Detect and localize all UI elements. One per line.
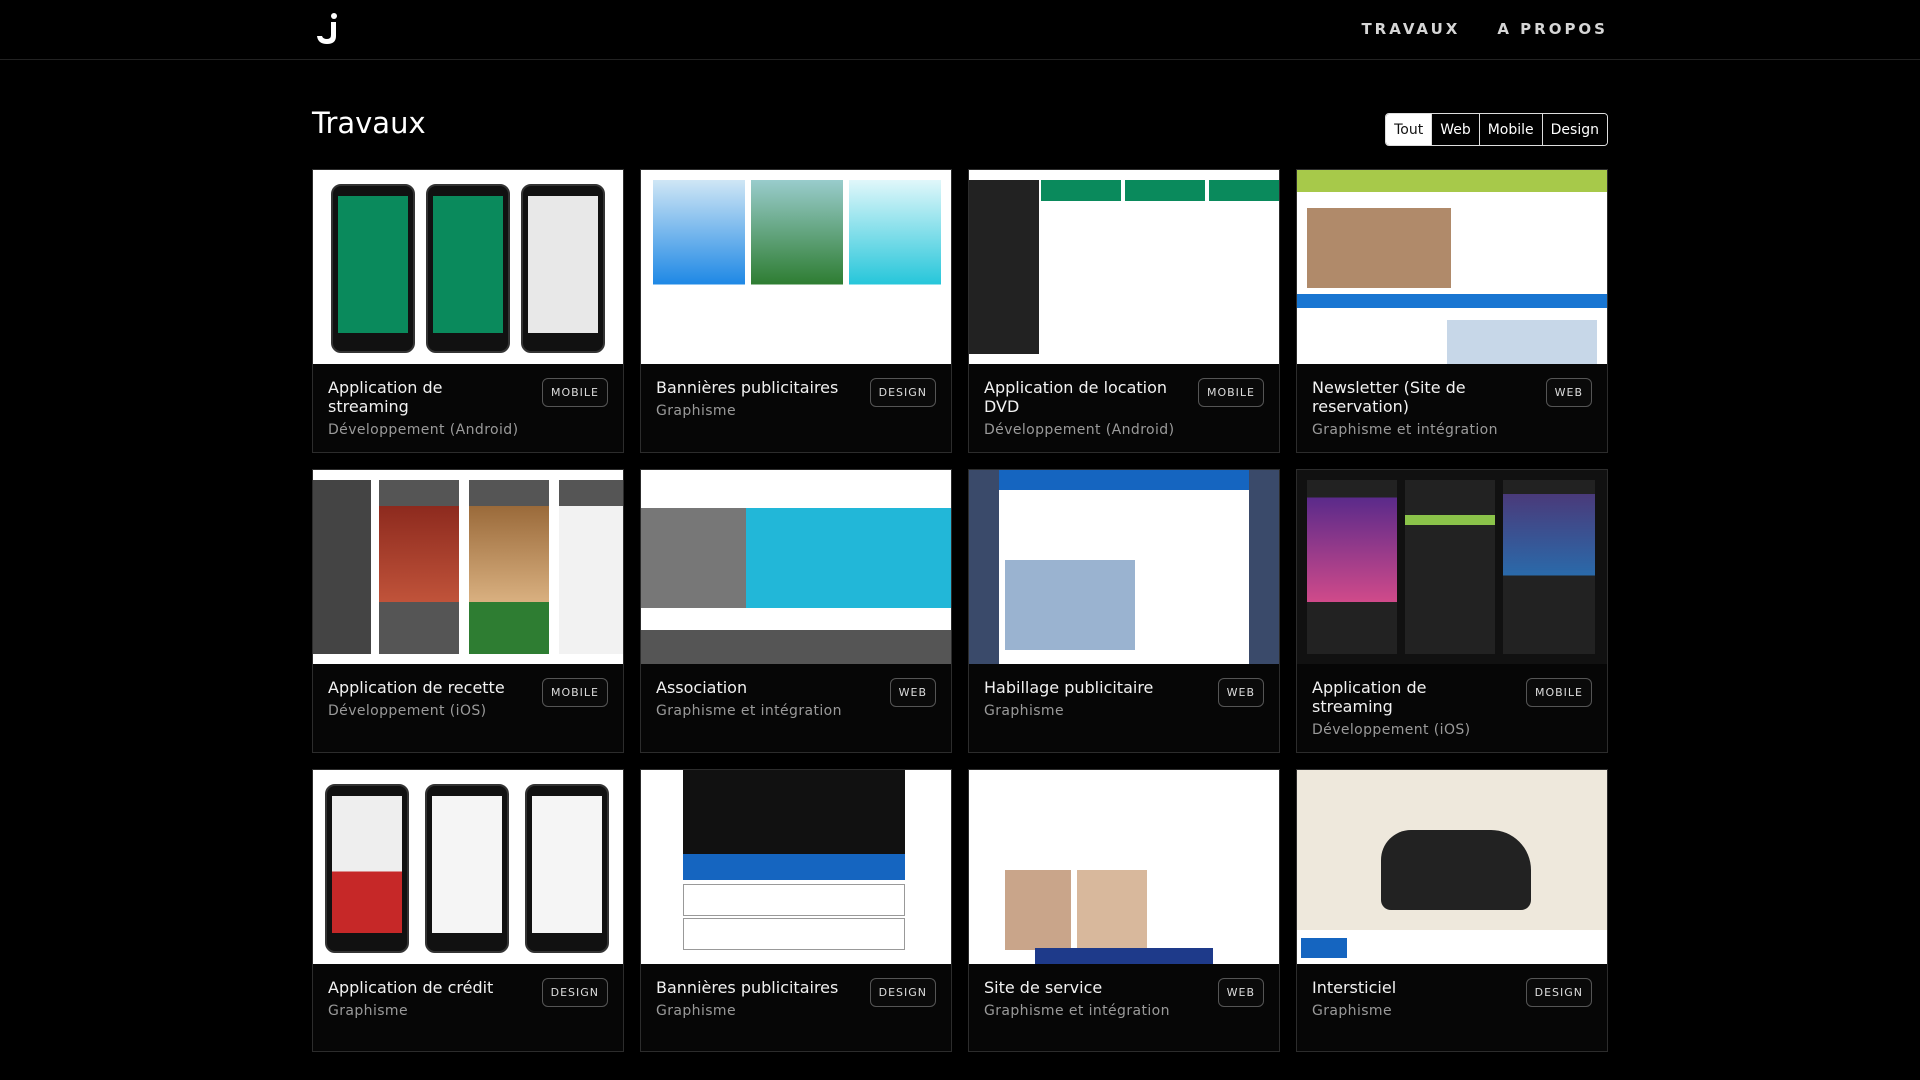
- project-tag: DESIGN: [541, 978, 608, 1007]
- nav-link-travaux[interactable]: TRAVAUX: [1361, 20, 1460, 38]
- project-category: Graphisme et intégration: [656, 703, 842, 719]
- project-title: Application de crédit: [328, 978, 494, 997]
- project-card[interactable]: Application de recette Développement (iO…: [312, 469, 624, 753]
- project-category: Développement (iOS): [1312, 722, 1471, 738]
- project-tag: MOBILE: [541, 678, 608, 707]
- filter-design-button[interactable]: Design: [1541, 114, 1607, 145]
- project-card[interactable]: Habillage publicitaire Graphisme WEB: [968, 469, 1280, 753]
- project-title: Intersticiel: [1312, 978, 1397, 997]
- project-card[interactable]: Application de crédit Graphisme DESIGN: [312, 769, 624, 1052]
- project-tag: WEB: [1545, 378, 1592, 407]
- project-title: Application de streaming: [1312, 678, 1427, 716]
- project-tag: DESIGN: [1525, 978, 1592, 1007]
- navbar: TRAVAUX A PROPOS: [0, 0, 1920, 60]
- project-title: Application de streaming: [328, 378, 443, 416]
- project-category: Graphisme et intégration: [984, 1003, 1170, 1019]
- project-tag: MOBILE: [1197, 378, 1264, 407]
- nav-links: TRAVAUX A PROPOS: [1361, 20, 1608, 38]
- project-tag: DESIGN: [869, 978, 936, 1007]
- project-title: Bannières publicitaires: [656, 378, 839, 397]
- project-card[interactable]: Application de streaming Développement (…: [312, 169, 624, 453]
- filter-web-button[interactable]: Web: [1431, 114, 1479, 145]
- filter-tout-button[interactable]: Tout: [1386, 114, 1432, 145]
- page-title: Travaux: [312, 106, 426, 140]
- project-category: Graphisme: [656, 1003, 736, 1019]
- project-thumbnail: [969, 470, 1279, 664]
- project-thumbnail: [313, 470, 623, 664]
- project-card[interactable]: Application de streaming Développement (…: [1296, 469, 1608, 753]
- project-tag: MOBILE: [541, 378, 608, 407]
- project-thumbnail: [313, 170, 623, 364]
- project-thumbnail: [641, 470, 951, 664]
- project-title: Newsletter (Site de reservation): [1312, 378, 1466, 416]
- nav-link-a-propos[interactable]: A PROPOS: [1497, 20, 1608, 38]
- project-thumbnail: [969, 770, 1279, 964]
- project-card[interactable]: Newsletter (Site de reservation) Graphis…: [1296, 169, 1608, 453]
- project-thumbnail: [969, 170, 1279, 364]
- project-tag: WEB: [1217, 678, 1264, 707]
- project-category: Graphisme: [656, 403, 736, 419]
- project-card[interactable]: Application de location DVD Développemen…: [968, 169, 1280, 453]
- project-title: Bannières publicitaires: [656, 978, 839, 997]
- project-thumbnail: [641, 770, 951, 964]
- project-tag: WEB: [1217, 978, 1264, 1007]
- project-thumbnail: [1297, 170, 1607, 364]
- project-card[interactable]: Bannières publicitaires Graphisme DESIGN: [640, 169, 952, 453]
- project-tag: MOBILE: [1525, 678, 1592, 707]
- project-thumbnail: [641, 170, 951, 364]
- project-tag: WEB: [889, 678, 936, 707]
- project-category: Développement (Android): [328, 422, 519, 438]
- project-category: Développement (Android): [984, 422, 1175, 438]
- project-category: Graphisme: [1312, 1003, 1392, 1019]
- project-title: Site de service: [984, 978, 1103, 997]
- project-title: Habillage publicitaire: [984, 678, 1154, 697]
- project-card[interactable]: Intersticiel Graphisme DESIGN: [1296, 769, 1608, 1052]
- project-card[interactable]: Bannières publicitaires Graphisme DESIGN: [640, 769, 952, 1052]
- project-category: Graphisme: [328, 1003, 408, 1019]
- project-thumbnail: [1297, 470, 1607, 664]
- project-category: Graphisme et intégration: [1312, 422, 1498, 438]
- filter-group: Tout Web Mobile Design: [1385, 113, 1608, 146]
- project-thumbnail: [313, 770, 623, 964]
- logo-icon[interactable]: [312, 12, 346, 46]
- project-title: Application de recette: [328, 678, 505, 697]
- project-card[interactable]: Site de service Graphisme et intégration…: [968, 769, 1280, 1052]
- projects-grid: Application de streaming Développement (…: [312, 169, 1608, 1052]
- project-category: Développement (iOS): [328, 703, 487, 719]
- project-tag: DESIGN: [869, 378, 936, 407]
- project-title: Application de location DVD: [984, 378, 1168, 416]
- project-thumbnail: [1297, 770, 1607, 964]
- project-title: Association: [656, 678, 748, 697]
- project-category: Graphisme: [984, 703, 1064, 719]
- filter-mobile-button[interactable]: Mobile: [1478, 114, 1542, 145]
- project-card[interactable]: Association Graphisme et intégration WEB: [640, 469, 952, 753]
